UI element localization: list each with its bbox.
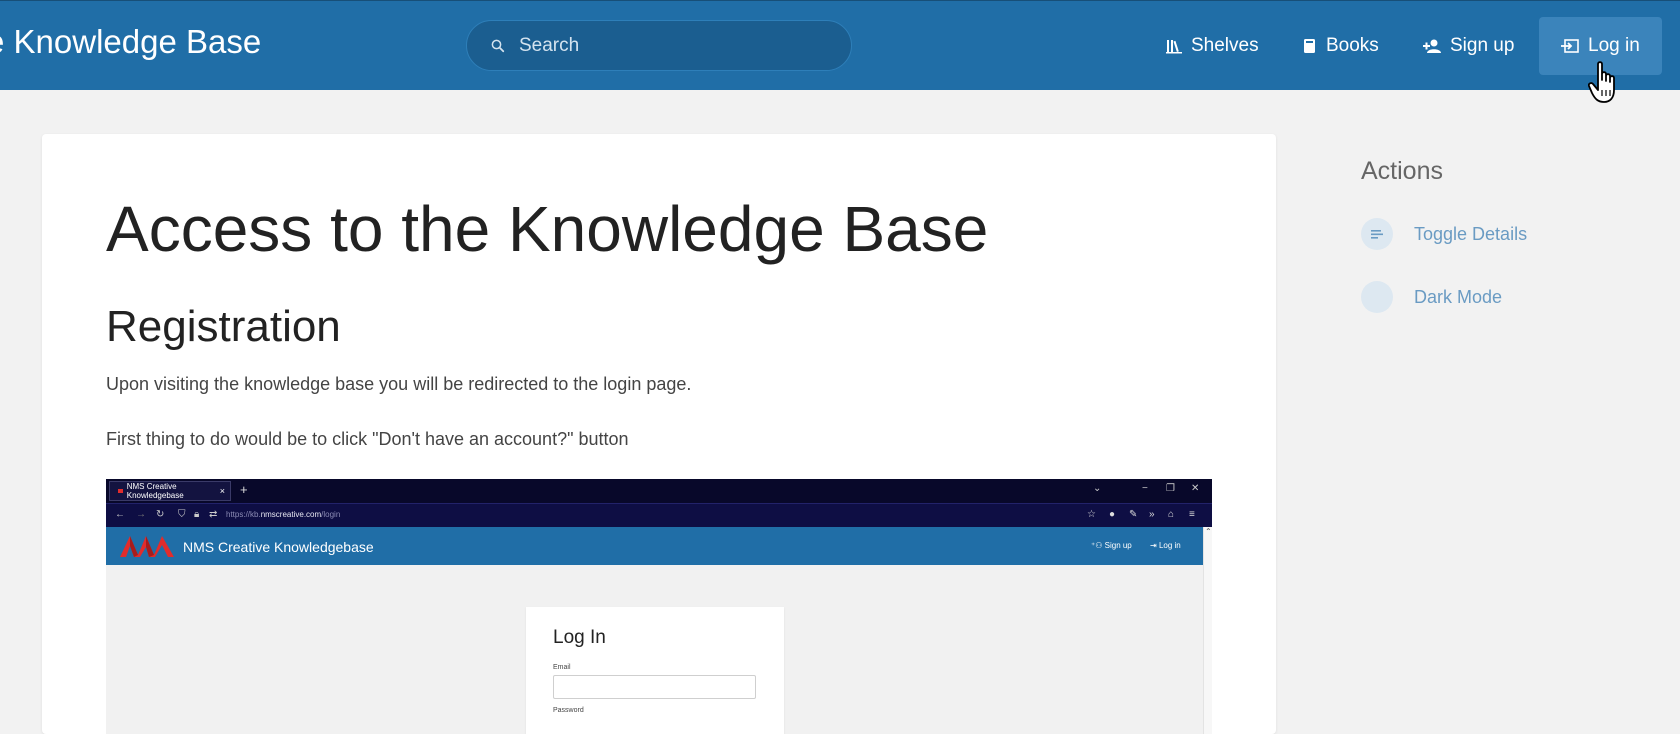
permissions-icon: ⇄ [209,509,218,520]
nms-logo-icon [120,536,174,557]
books-icon [1304,39,1315,53]
favicon-icon [118,489,123,493]
embedded-email-field [553,675,756,699]
new-tab-icon: + [240,482,248,497]
search-bar[interactable] [466,20,852,71]
moon-icon [1361,281,1393,313]
nav-books[interactable]: Books [1302,17,1379,75]
forward-icon: → [136,509,146,520]
embedded-nav-login: ⇥ Log in [1150,541,1181,550]
embedded-screenshot: NMS Creative Knowledgebase × + ⌄ − ❐ ✕ ←… [106,479,1212,734]
hand-cursor-icon [1588,61,1615,103]
close-window-icon: ✕ [1191,483,1200,494]
overflow-icon: » [1149,509,1155,520]
embedded-login-card: Log In Email Password [526,607,784,734]
bookmark-star-icon: ☆ [1087,509,1096,520]
tools-icon: ✎ [1129,509,1138,520]
nav-shelves[interactable]: Shelves [1166,17,1259,75]
embedded-nav-signup: ⁺⚇ Sign up [1091,541,1132,550]
site-title-link[interactable]: e Knowledge Base [0,23,261,61]
reload-icon: ↻ [156,509,165,520]
login-icon [1561,39,1579,53]
nav-login-label: Log in [1588,35,1640,56]
top-header: e Knowledge Base Shelves Books Sig [0,0,1680,90]
restore-icon: ❐ [1166,483,1175,494]
page-content-card: Access to the Knowledge Base Registratio… [42,134,1276,734]
add-user-icon [1423,39,1441,53]
chevron-down-icon: ⌄ [1093,483,1102,494]
back-icon: ← [115,509,125,520]
shield-icon: ⛉ [178,509,186,520]
embedded-site-header: NMS Creative Knowledgebase ⁺⚇ Sign up ⇥ … [106,527,1203,565]
nav-signup[interactable]: Sign up [1423,17,1514,75]
browser-tab: NMS Creative Knowledgebase × [109,481,231,501]
shelves-icon [1166,40,1182,54]
embedded-password-label: Password [553,707,584,714]
dark-mode-action[interactable]: Dark Mode [1361,280,1502,314]
section-heading: Registration [106,302,341,351]
extension-icon: ● [1109,509,1116,520]
scroll-up-icon: ⌃ [1205,527,1212,536]
embedded-email-label: Email [553,664,571,671]
browser-url-bar: ← → ↻ ⛉ 🔒︎ ⇄ https://kb.nmscreative.com/… [106,503,1212,527]
extensions-puzzle-icon: ⌂ [1168,509,1175,520]
toggle-details-action[interactable]: Toggle Details [1361,217,1527,251]
minimize-icon: − [1142,483,1148,494]
browser-tab-title: NMS Creative Knowledgebase [126,482,184,500]
search-input[interactable] [519,34,819,57]
embedded-site-title: NMS Creative Knowledgebase [183,539,374,555]
dark-mode-label: Dark Mode [1414,286,1503,307]
toggle-details-label: Toggle Details [1414,223,1528,244]
paragraph: Upon visiting the knowledge base you wil… [106,374,692,394]
embedded-scrollbar: ⌃ [1203,527,1212,734]
search-icon [491,39,505,52]
embedded-login-title: Log In [553,627,606,648]
nav-signup-label: Sign up [1450,35,1515,56]
lock-icon: 🔒︎ [194,509,200,520]
url-text: https://kb.nmscreative.com/login [226,510,341,519]
nav-books-label: Books [1326,35,1379,56]
nav-shelves-label: Shelves [1191,35,1259,56]
menu-icon: ≡ [1189,509,1195,520]
close-tab-icon: × [219,486,225,496]
actions-heading: Actions [1361,157,1443,185]
browser-tab-strip: NMS Creative Knowledgebase × + ⌄ − ❐ ✕ [106,479,1212,503]
page-title: Access to the Knowledge Base [106,193,989,265]
details-icon [1361,218,1393,250]
paragraph: First thing to do would be to click "Don… [106,429,629,449]
